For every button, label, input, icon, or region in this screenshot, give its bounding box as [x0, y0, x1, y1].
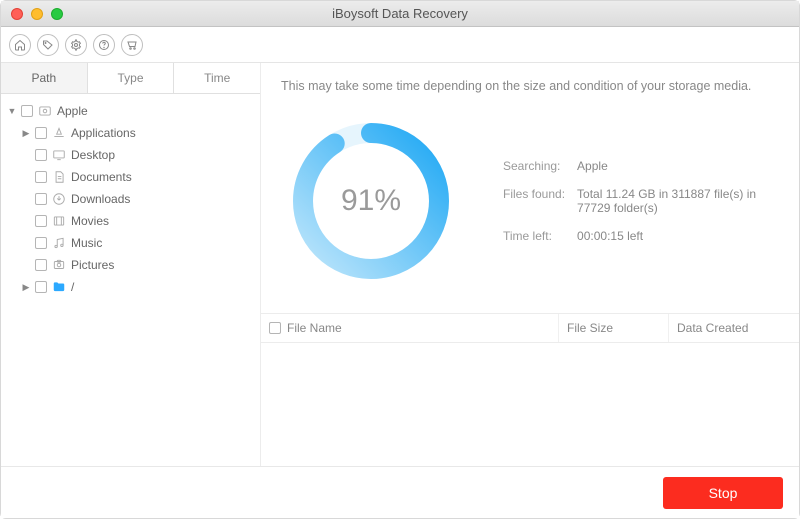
movie-icon — [51, 214, 67, 228]
footer: Stop — [1, 466, 799, 518]
tree-label: Music — [71, 236, 102, 250]
tree-node[interactable]: ▼ Apple — [5, 100, 256, 122]
tree-label: Apple — [57, 104, 88, 118]
tree-checkbox[interactable] — [35, 281, 47, 293]
files-found-label: Files found: — [503, 181, 575, 221]
tree-checkbox[interactable] — [35, 149, 47, 161]
tree-node[interactable]: Documents — [5, 166, 256, 188]
tab-type[interactable]: Type — [88, 63, 175, 93]
tree-checkbox[interactable] — [35, 193, 47, 205]
file-table-header: File Name File Size Data Created — [261, 313, 799, 343]
tree-node[interactable]: ▶/ — [5, 276, 256, 298]
status-note: This may take some time depending on the… — [281, 79, 779, 93]
tree-node[interactable]: Desktop — [5, 144, 256, 166]
tree-checkbox[interactable] — [35, 237, 47, 249]
app-icon — [51, 126, 67, 140]
tree-label: Movies — [71, 214, 109, 228]
sidebar-tabs: Path Type Time — [1, 63, 260, 94]
stop-button[interactable]: Stop — [663, 477, 783, 509]
doc-icon — [51, 170, 67, 184]
help-icon[interactable] — [93, 34, 115, 56]
picture-icon — [51, 258, 67, 272]
home-icon[interactable] — [9, 34, 31, 56]
tree-label: Pictures — [71, 258, 114, 272]
tab-path[interactable]: Path — [1, 63, 88, 93]
expand-arrow-icon[interactable]: ▶ — [21, 128, 31, 139]
tree-node[interactable]: Movies — [5, 210, 256, 232]
progress-percent: 91% — [281, 111, 461, 291]
main-pane: This may take some time depending on the… — [261, 63, 799, 466]
gear-icon[interactable] — [65, 34, 87, 56]
tree-label: Documents — [71, 170, 132, 184]
tree-checkbox[interactable] — [21, 105, 33, 117]
toolbar — [1, 27, 799, 63]
download-icon — [51, 192, 67, 206]
tree-checkbox[interactable] — [35, 215, 47, 227]
window-title: iBoysoft Data Recovery — [1, 6, 799, 21]
tag-icon[interactable] — [37, 34, 59, 56]
tab-time[interactable]: Time — [174, 63, 260, 93]
expand-arrow-icon[interactable]: ▶ — [21, 282, 31, 293]
expand-arrow-icon[interactable]: ▼ — [7, 106, 17, 116]
tree-node[interactable]: ▶ Applications — [5, 122, 256, 144]
tree-node[interactable]: Music — [5, 232, 256, 254]
searching-label: Searching: — [503, 153, 575, 179]
searching-value: Apple — [577, 153, 777, 179]
tree-label: Downloads — [71, 192, 130, 206]
disk-icon — [37, 104, 53, 118]
tree-checkbox[interactable] — [35, 171, 47, 183]
music-icon — [51, 236, 67, 250]
cart-icon[interactable] — [121, 34, 143, 56]
tree-node[interactable]: Downloads — [5, 188, 256, 210]
tree-checkbox[interactable] — [35, 127, 47, 139]
time-left-value: 00:00:15 left — [577, 223, 777, 249]
scan-stats: Searching: Apple Files found: Total 11.2… — [501, 151, 779, 251]
progress-ring: 91% — [281, 111, 461, 291]
col-date-created: Data Created — [669, 314, 799, 342]
sidebar: Path Type Time ▼ Apple ▶ Applications Deskto… — [1, 63, 261, 466]
col-file-name: File Name — [287, 321, 342, 335]
desktop-icon — [51, 148, 67, 162]
folder-blue-icon — [51, 280, 67, 294]
files-found-value: Total 11.24 GB in 311887 file(s) in 7772… — [577, 181, 777, 221]
file-table-body — [261, 343, 799, 466]
window-titlebar: iBoysoft Data Recovery — [1, 1, 799, 27]
tree-label: / — [71, 280, 74, 294]
tree-checkbox[interactable] — [35, 259, 47, 271]
tree-label: Desktop — [71, 148, 115, 162]
file-tree: ▼ Apple ▶ Applications Desktop Documents Downl… — [1, 94, 260, 466]
tree-node[interactable]: Pictures — [5, 254, 256, 276]
select-all-checkbox[interactable] — [269, 322, 281, 334]
tree-label: Applications — [71, 126, 136, 140]
col-file-size: File Size — [559, 314, 669, 342]
time-left-label: Time left: — [503, 223, 575, 249]
